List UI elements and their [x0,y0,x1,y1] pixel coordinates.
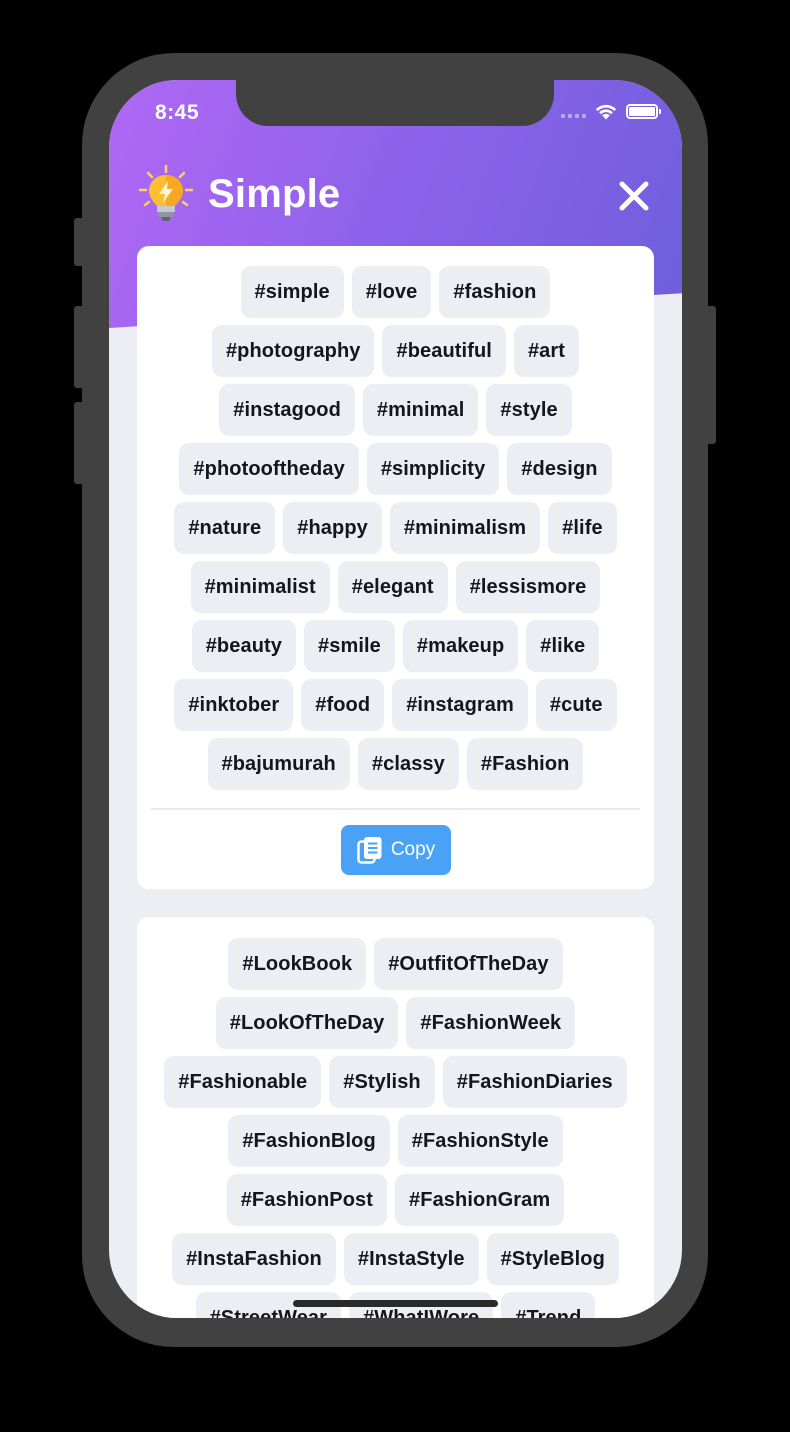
hashtag-chip[interactable]: #FashionWeek [406,997,576,1049]
hashtag-chip[interactable]: #cute [535,679,617,731]
hashtag-chip[interactable]: #beautiful [382,325,506,377]
hashtag-chip[interactable]: #style [486,384,572,436]
divider [151,808,640,810]
hashtag-chip[interactable]: #minimal [362,384,479,436]
hashtag-chip[interactable]: #love [351,266,432,318]
header: Simple [136,164,340,224]
signal-icon [561,104,586,118]
hashtag-chip[interactable]: #beauty [191,620,296,672]
hashtag-chip[interactable]: #like [526,620,600,672]
tag-list: #LookBook #OutfitOfTheDay #LookOfTheDay … [137,917,654,1318]
hashtag-chip[interactable]: #simplicity [366,443,500,495]
status-icons [561,102,661,120]
hashtag-card-fashion: #LookBook #OutfitOfTheDay #LookOfTheDay … [137,917,654,1318]
hashtag-chip[interactable]: #FashionStyle [397,1115,563,1167]
page-title: Simple [208,171,341,216]
hashtag-chip[interactable]: #minimalism [389,502,541,554]
close-icon[interactable] [618,180,650,212]
hashtag-chip[interactable]: #Trend [501,1292,596,1318]
hashtag-chip[interactable]: #FashionDiaries [442,1056,627,1108]
hashtag-chip[interactable]: #InstaStyle [343,1233,479,1285]
lightbulb-icon [138,164,194,221]
hashtag-chip[interactable]: #food [301,679,385,731]
hashtag-chip[interactable]: #nature [174,502,276,554]
hashtag-chip[interactable]: #art [513,325,580,377]
hashtag-chip[interactable]: #Fashionable [164,1056,322,1108]
hashtag-chip[interactable]: #Fashion [466,738,584,790]
hashtag-chip[interactable]: #classy [357,738,459,790]
hashtag-card-simple: #simple #love #fashion #photography #bea… [137,246,654,889]
hashtag-chip[interactable]: #Stylish [329,1056,435,1108]
hashtag-chip[interactable]: #makeup [402,620,519,672]
battery-icon [626,103,661,119]
copy-button-label: Copy [390,839,436,860]
hashtag-chip[interactable]: #FashionGram [395,1174,565,1226]
hashtag-chip[interactable]: #OutfitOfTheDay [374,938,563,990]
hashtag-chip[interactable]: #InstaFashion [172,1233,336,1285]
hashtag-chip[interactable]: #StyleBlog [486,1233,619,1285]
wifi-icon [595,104,617,120]
screen: 8:45 Simple #simple #love #fashion #phot… [109,80,682,1318]
hashtag-chip[interactable]: #fashion [439,266,551,318]
hashtag-chip[interactable]: #life [548,502,617,554]
hashtag-chip[interactable]: #LookOfTheDay [215,997,399,1049]
hashtag-chip[interactable]: #photooftheday [179,443,359,495]
tag-list: #simple #love #fashion #photography #bea… [137,246,654,790]
status-time: 8:45 [155,101,200,124]
copy-button[interactable]: Copy [341,825,451,875]
hashtag-chip[interactable]: #minimalist [190,561,330,613]
hashtag-chip[interactable]: #bajumurah [207,738,350,790]
hashtag-chip[interactable]: #simple [240,266,344,318]
notch [236,80,554,126]
hashtag-chip[interactable]: #design [507,443,612,495]
hashtag-chip[interactable]: #instagood [219,384,355,436]
hashtag-chip[interactable]: #smile [304,620,395,672]
hashtag-chip[interactable]: #photography [211,325,375,377]
hashtag-chip[interactable]: #FashionPost [226,1174,388,1226]
hashtag-chip[interactable]: #inktober [174,679,294,731]
hashtag-chip[interactable]: #LookBook [228,938,367,990]
hashtag-chip[interactable]: #lessismore [455,561,601,613]
hashtag-chip[interactable]: #instagram [392,679,528,731]
hashtag-chip[interactable]: #elegant [337,561,448,613]
copy-icon [357,837,382,864]
hashtag-chip[interactable]: #happy [283,502,382,554]
hashtag-chip[interactable]: #FashionBlog [228,1115,390,1167]
home-indicator[interactable] [293,1300,498,1307]
